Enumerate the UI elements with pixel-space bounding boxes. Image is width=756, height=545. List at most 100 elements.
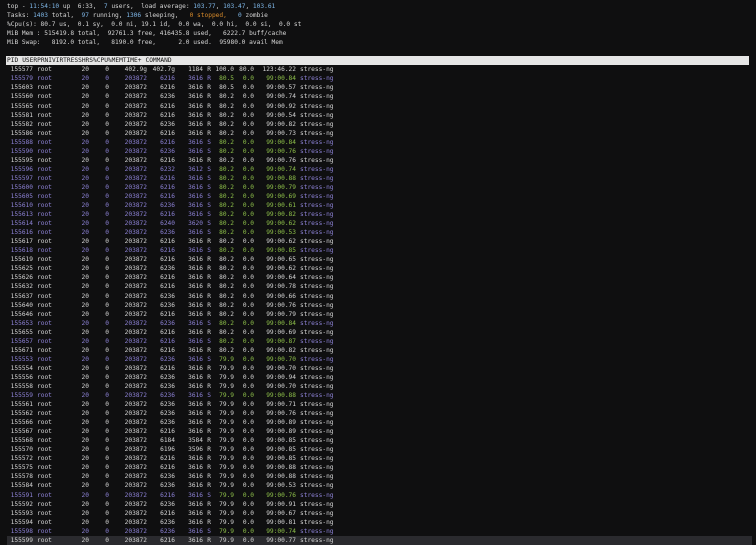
cell-user: root: [37, 410, 52, 418]
process-row[interactable]: 155586 root 20 0 203872 6216 3616 R 80.2 0.0 99:00…: [7, 129, 752, 138]
cell-virt: 203872: [124, 518, 147, 526]
col-shr[interactable]: SHR: [78, 57, 89, 64]
col-virt[interactable]: VIRT: [52, 57, 67, 64]
process-row[interactable]: 155559 root 20 0 203872 6236 3616 S 79.9 0.0 99:00…: [7, 391, 752, 400]
col-pr[interactable]: PR: [37, 57, 44, 64]
process-row[interactable]: 155562 root 20 0 203872 6236 3616 R 79.9 0.0 99:00…: [7, 409, 752, 418]
cell-res: 6196: [160, 446, 175, 454]
process-row[interactable]: 155657 root 20 0 203872 6216 3616 S 80.2 0.0 99:00…: [7, 337, 752, 346]
process-row[interactable]: 155598 root 20 0 203872 6236 3616 S 79.9 0.0 99:00…: [7, 527, 752, 536]
process-row[interactable]: 155566 root 20 0 203872 6236 3616 R 79.9 0.0 99:00…: [7, 418, 752, 427]
cell-pid: 155565: [10, 102, 33, 110]
process-row[interactable]: 155588 root 20 0 203872 6216 3616 S 80.2 0.0 99:00…: [7, 138, 752, 147]
process-row[interactable]: 155584 root 20 0 203872 6236 3616 R 79.9 0.0 99:00…: [7, 481, 752, 490]
process-row[interactable]: 155637 root 20 0 203872 6236 3616 R 80.2 0.0 99:00…: [7, 292, 752, 301]
process-row[interactable]: 155570 root 20 0 203872 6196 3596 R 79.9 0.0 99:00…: [7, 445, 752, 454]
cell-cpu: 80.2: [219, 283, 234, 291]
process-row[interactable]: 155575 root 20 0 203872 6216 3616 R 79.9 0.0 99:00…: [7, 463, 752, 472]
cell-ni: 0: [105, 247, 109, 255]
cell-shr: 3616: [188, 536, 203, 544]
process-row[interactable]: 155595 root 20 0 203872 6216 3616 R 80.2 0.0 99:00…: [7, 156, 752, 165]
cell-ni: 0: [105, 337, 109, 345]
process-row[interactable]: 155581 root 20 0 203872 6216 3616 R 80.2 0.0 99:00…: [7, 111, 752, 120]
process-row[interactable]: 155579 root 20 0 203872 6216 3616 R 80.5 0.0 99:00…: [7, 74, 752, 83]
cell-pr: 20: [81, 473, 89, 481]
process-row[interactable]: 155567 root 20 0 203872 6216 3616 R 79.9 0.0 99:00…: [7, 427, 752, 436]
process-row[interactable]: 155655 root 20 0 203872 6216 3616 R 80.2 0.0 99:00…: [7, 328, 752, 337]
cell-time: 99:00.94: [266, 373, 296, 381]
cell-pid: 155599: [10, 536, 33, 544]
cell-virt: 203872: [124, 111, 147, 119]
process-row[interactable]: 155593 root 20 0 203872 6216 3616 R 79.9 0.0 99:00…: [7, 509, 752, 518]
process-row[interactable]: 155558 root 20 0 203872 6236 3616 R 79.9 0.0 99:00…: [7, 382, 752, 391]
process-row[interactable]: 155577 root 20 0 402.9g 402.7g 1184 R 100.0 80.0 1…: [7, 65, 752, 74]
process-row[interactable]: 155626 root 20 0 203872 6216 3616 R 80.2 0.0 99:00…: [7, 273, 752, 282]
process-row[interactable]: 155616 root 20 0 203872 6236 3616 S 80.2 0.0 99:00…: [7, 228, 752, 237]
cell-ni: 0: [105, 229, 109, 237]
cell-cpu: 79.9: [219, 536, 234, 544]
process-row[interactable]: 155605 root 20 0 203872 6216 3616 S 80.2 0.0 99:00…: [7, 192, 752, 201]
process-row[interactable]: 155619 root 20 0 203872 6216 3616 R 80.2 0.0 99:00…: [7, 255, 752, 264]
process-row[interactable]: 155554 root 20 0 203872 6216 3616 R 79.9 0.0 99:00…: [7, 364, 752, 373]
col-cpu[interactable]: %CPU: [93, 57, 108, 64]
cell-pid: 155618: [10, 247, 33, 255]
cell-cmd: stress-ng: [300, 238, 334, 246]
cell-virt: 203872: [124, 428, 147, 436]
col-user[interactable]: USER: [18, 57, 37, 64]
process-row[interactable]: 155594 root 20 0 203872 6236 3616 R 79.9 0.0 99:00…: [7, 518, 752, 527]
cell-ni: 0: [105, 238, 109, 246]
process-row[interactable]: 155596 root 20 0 203872 6232 3612 S 80.2 0.0 99:00…: [7, 165, 752, 174]
process-row[interactable]: 155561 root 20 0 203872 6236 3616 R 79.9 0.0 99:00…: [7, 400, 752, 409]
cell-cmd: stress-ng: [300, 310, 334, 318]
cell-res: 6216: [160, 238, 175, 246]
col-pid[interactable]: PID: [7, 57, 18, 64]
process-row[interactable]: 155603 root 20 0 203872 6216 3616 R 80.5 0.0 99:00…: [7, 83, 752, 92]
col-command[interactable]: COMMAND: [141, 57, 171, 64]
summary-cpu-line: %Cpu(s): 80.7 us, 0.1 sy, 0.0 ni, 19.1 i…: [7, 21, 302, 29]
cell-res: 6216: [160, 310, 175, 318]
col-mem[interactable]: %MEM: [108, 57, 123, 64]
process-row[interactable]: 155640 root 20 0 203872 6236 3616 R 80.2 0.0 99:00…: [7, 301, 752, 310]
col-time[interactable]: TIME+: [123, 57, 142, 64]
cell-time: 99:00.92: [266, 102, 296, 110]
col-res[interactable]: RES: [67, 57, 78, 64]
process-row[interactable]: 155597 root 20 0 203872 6216 3616 S 80.2 0.0 99:00…: [7, 174, 752, 183]
process-row[interactable]: 155591 root 20 0 203872 6216 3616 S 79.9 0.0 99:00…: [7, 491, 752, 500]
process-row[interactable]: 155653 root 20 0 203872 6236 3616 S 80.2 0.0 99:00…: [7, 319, 752, 328]
cell-mem: 0.0: [242, 446, 254, 454]
col-ni[interactable]: NI: [45, 57, 52, 64]
process-row[interactable]: 155632 root 20 0 203872 6216 3616 R 80.2 0.0 99:00…: [7, 282, 752, 291]
cell-pid: 155588: [10, 138, 33, 146]
process-row[interactable]: 155613 root 20 0 203872 6216 3616 S 80.2 0.0 99:00…: [7, 210, 752, 219]
process-row[interactable]: 155671 root 20 0 203872 6216 3616 R 80.2 0.0 99:00…: [7, 346, 752, 355]
cell-user: root: [37, 500, 52, 508]
process-row[interactable]: 155553 root 20 0 203872 6236 3616 S 79.9 0.0 99:00…: [7, 355, 752, 364]
process-row[interactable]: 155572 root 20 0 203872 6216 3616 R 79.9 0.0 99:00…: [7, 454, 752, 463]
cell-shr: 3616: [188, 229, 203, 237]
cell-user: root: [37, 518, 52, 526]
cell-ni: 0: [105, 301, 109, 309]
process-row[interactable]: 155646 root 20 0 203872 6216 3616 R 80.2 0.0 99:00…: [7, 310, 752, 319]
process-row[interactable]: 155568 root 20 0 203872 6184 3584 R 79.9 0.0 99:00…: [7, 436, 752, 445]
process-row[interactable]: 155625 root 20 0 203872 6236 3616 R 80.2 0.0 99:00…: [7, 264, 752, 273]
process-row[interactable]: 155565 root 20 0 203872 6216 3616 R 80.2 0.0 99:00…: [7, 102, 752, 111]
process-table-body: 155577 root 20 0 402.9g 402.7g 1184 R 100.0 80.0 1…: [7, 65, 752, 545]
cell-cpu: 80.2: [219, 147, 234, 155]
process-row[interactable]: 155610 root 20 0 203872 6236 3616 S 80.2 0.0 99:00…: [7, 201, 752, 210]
process-row[interactable]: 155618 root 20 0 203872 6216 3616 S 80.2 0.0 99:00…: [7, 246, 752, 255]
cell-res: 6216: [160, 138, 175, 146]
process-row[interactable]: 155590 root 20 0 203872 6236 3616 S 80.2 0.0 99:00…: [7, 147, 752, 156]
process-row[interactable]: 155614 root 20 0 203872 6240 3620 S 80.2 0.0 99:00…: [7, 219, 752, 228]
process-row[interactable]: 155599 root 20 0 203872 6216 3616 R 79.9 0.0 99:00…: [7, 535, 752, 545]
process-row[interactable]: 155556 root 20 0 203872 6236 3616 R 79.9 0.0 99:00…: [7, 373, 752, 382]
terminal-window[interactable]: top - 11:54:10 up 6:33, 7 users, load av…: [6, 2, 752, 545]
process-row[interactable]: 155560 root 20 0 203872 6236 3616 R 80.2 0.0 99:00…: [7, 92, 752, 101]
cell-shr: 3616: [188, 500, 203, 508]
process-row[interactable]: 155592 root 20 0 203872 6236 3616 R 79.9 0.0 99:00…: [7, 500, 752, 509]
process-row[interactable]: 155617 root 20 0 203872 6216 3616 R 80.2 0.0 99:00…: [7, 237, 752, 246]
cell-s: R: [207, 238, 211, 246]
cell-res: 6236: [160, 500, 175, 508]
process-row[interactable]: 155582 root 20 0 203872 6236 3616 R 80.2 0.0 99:00…: [7, 120, 752, 129]
process-row[interactable]: 155600 root 20 0 203872 6216 3616 S 80.2 0.0 99:00…: [7, 183, 752, 192]
process-row[interactable]: 155578 root 20 0 203872 6236 3616 R 79.9 0.0 99:00…: [7, 472, 752, 481]
